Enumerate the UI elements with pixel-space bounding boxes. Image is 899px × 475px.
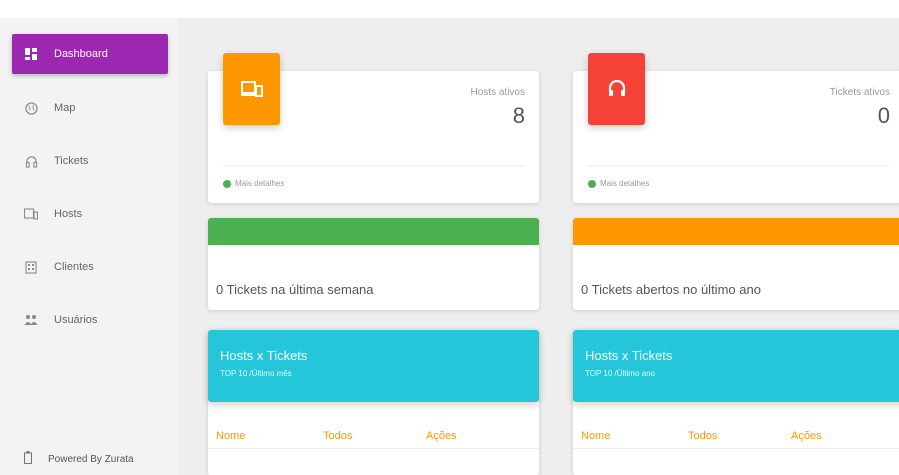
- tickets-week-chart: [208, 218, 539, 245]
- tickets-more-details-text: Mais detalhes: [600, 179, 650, 188]
- powered-by: Powered By Zurata: [23, 451, 134, 467]
- devices-icon: [24, 207, 38, 221]
- tickets-year-card: 0 Tickets abertos no último ano: [573, 218, 899, 310]
- tickets-stat-value: 0: [877, 103, 890, 128]
- building-icon: [24, 260, 38, 274]
- devices-icon: [223, 53, 280, 125]
- divider: [573, 448, 899, 449]
- hosts-tickets-year-header: Hosts x Tickets TOP 10 /Último ano: [573, 330, 899, 402]
- tickets-more-details-link[interactable]: Mais detalhes: [588, 179, 649, 188]
- status-dot-icon: [588, 179, 596, 188]
- divider: [208, 448, 539, 449]
- table-subtitle: TOP 10 /Último mês: [220, 369, 292, 378]
- sidebar-item-label: Clientes: [54, 261, 94, 273]
- tickets-week-text: 0 Tickets na última semana: [216, 282, 374, 297]
- globe-icon: [24, 101, 38, 115]
- hosts-tickets-year-card: Hosts x Tickets TOP 10 /Último ano Nome …: [573, 330, 899, 475]
- column-header-nome[interactable]: Nome: [581, 430, 610, 442]
- hosts-more-details-link[interactable]: Mais detalhes: [223, 179, 284, 188]
- table-subtitle: TOP 10 /Último ano: [585, 369, 655, 378]
- tickets-week-card: 0 Tickets na última semana: [208, 218, 539, 310]
- sidebar-item-map[interactable]: Map: [12, 88, 168, 128]
- divider: [588, 165, 889, 166]
- table-title: Hosts x Tickets: [220, 348, 308, 363]
- column-header-acoes[interactable]: Ações: [426, 430, 457, 442]
- hosts-stat-label: Hosts ativos: [470, 87, 525, 98]
- hosts-more-details-text: Mais detalhes: [235, 179, 285, 188]
- tickets-year-text: 0 Tickets abertos no último ano: [581, 282, 761, 297]
- sidebar-item-usuarios[interactable]: Usuários: [12, 300, 168, 340]
- sidebar-item-hosts[interactable]: Hosts: [12, 194, 168, 234]
- hosts-stat-value: 8: [512, 103, 525, 128]
- battery-icon: [23, 451, 33, 467]
- main-content: Hosts ativos 8 Mais detalhes Tickets ati…: [178, 18, 899, 475]
- sidebar-item-label: Map: [54, 102, 76, 114]
- hosts-tickets-month-header: Hosts x Tickets TOP 10 /Último mês: [208, 330, 539, 402]
- column-header-todos[interactable]: Todos: [323, 430, 352, 442]
- tickets-year-chart: [573, 218, 899, 245]
- sidebar: Dashboard Map Tickets Hosts Clientes Usu…: [0, 18, 178, 475]
- status-dot-icon: [223, 179, 231, 188]
- hosts-stat-card: Hosts ativos 8 Mais detalhes: [208, 53, 539, 203]
- tickets-stat-card: Tickets ativos 0 Mais detalhes: [573, 53, 899, 203]
- hosts-tickets-month-card: Hosts x Tickets TOP 10 /Último mês Nome …: [208, 330, 539, 475]
- sidebar-item-dashboard[interactable]: Dashboard: [12, 34, 168, 74]
- divider: [223, 165, 524, 166]
- sidebar-item-label: Hosts: [54, 208, 83, 220]
- headset-icon: [24, 154, 38, 168]
- tickets-stat-label: Tickets ativos: [829, 87, 890, 98]
- powered-by-text: Powered By Zurata: [48, 453, 134, 465]
- sidebar-item-label: Usuários: [54, 314, 98, 326]
- column-header-todos[interactable]: Todos: [688, 430, 717, 442]
- table-title: Hosts x Tickets: [585, 348, 673, 363]
- sidebar-item-label: Dashboard: [54, 48, 108, 60]
- column-header-acoes[interactable]: Ações: [791, 430, 822, 442]
- sidebar-item-clientes[interactable]: Clientes: [12, 247, 168, 287]
- column-header-nome[interactable]: Nome: [216, 430, 245, 442]
- sidebar-item-label: Tickets: [54, 155, 89, 167]
- users-icon: [24, 313, 38, 327]
- sidebar-item-tickets[interactable]: Tickets: [12, 141, 168, 181]
- headset-icon: [588, 53, 645, 125]
- dashboard-icon: [24, 47, 38, 61]
